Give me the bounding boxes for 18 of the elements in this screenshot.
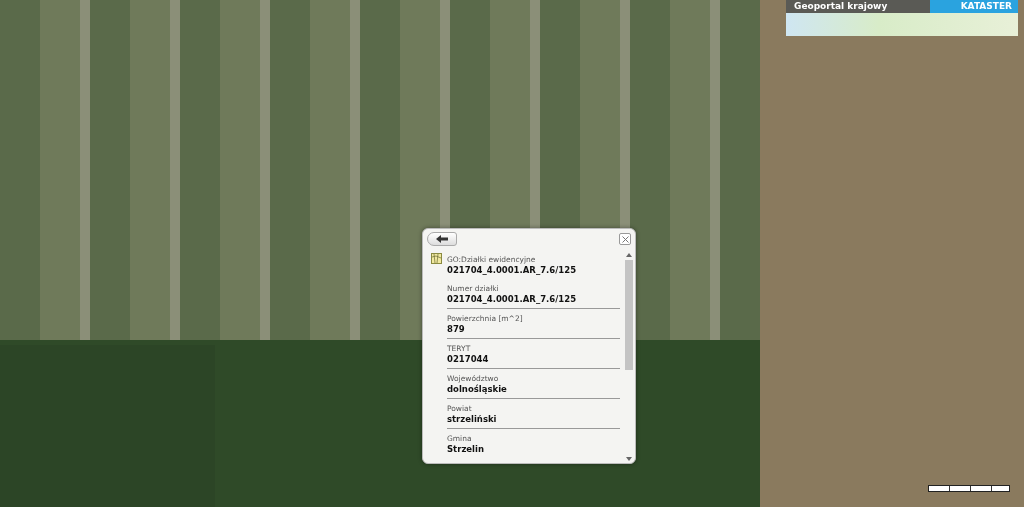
arrow-left-icon bbox=[436, 235, 448, 243]
scrollbar[interactable] bbox=[624, 253, 633, 461]
feature-id: 021704_4.0001.AR_7.6/125 bbox=[447, 265, 578, 276]
banner-title: Geoportal krajowy bbox=[786, 0, 930, 13]
field-value: Strzelin bbox=[447, 444, 485, 455]
field-value: 0217044 bbox=[447, 354, 490, 365]
close-button[interactable] bbox=[619, 233, 631, 245]
scrollbar-thumb[interactable] bbox=[624, 260, 633, 370]
field-value: strzeliński bbox=[447, 414, 498, 425]
back-button[interactable] bbox=[427, 232, 457, 246]
field-value: 021704_4.0001.AR_7.6/125 bbox=[447, 294, 578, 305]
scroll-down-icon bbox=[625, 457, 632, 461]
field-value: 879 bbox=[447, 324, 466, 335]
field-value: dolnośląskie bbox=[447, 384, 508, 395]
scroll-up-icon bbox=[625, 253, 632, 257]
layer-icon bbox=[431, 253, 442, 264]
close-icon bbox=[621, 235, 629, 243]
banner-badge: KATASTER bbox=[930, 0, 1018, 13]
